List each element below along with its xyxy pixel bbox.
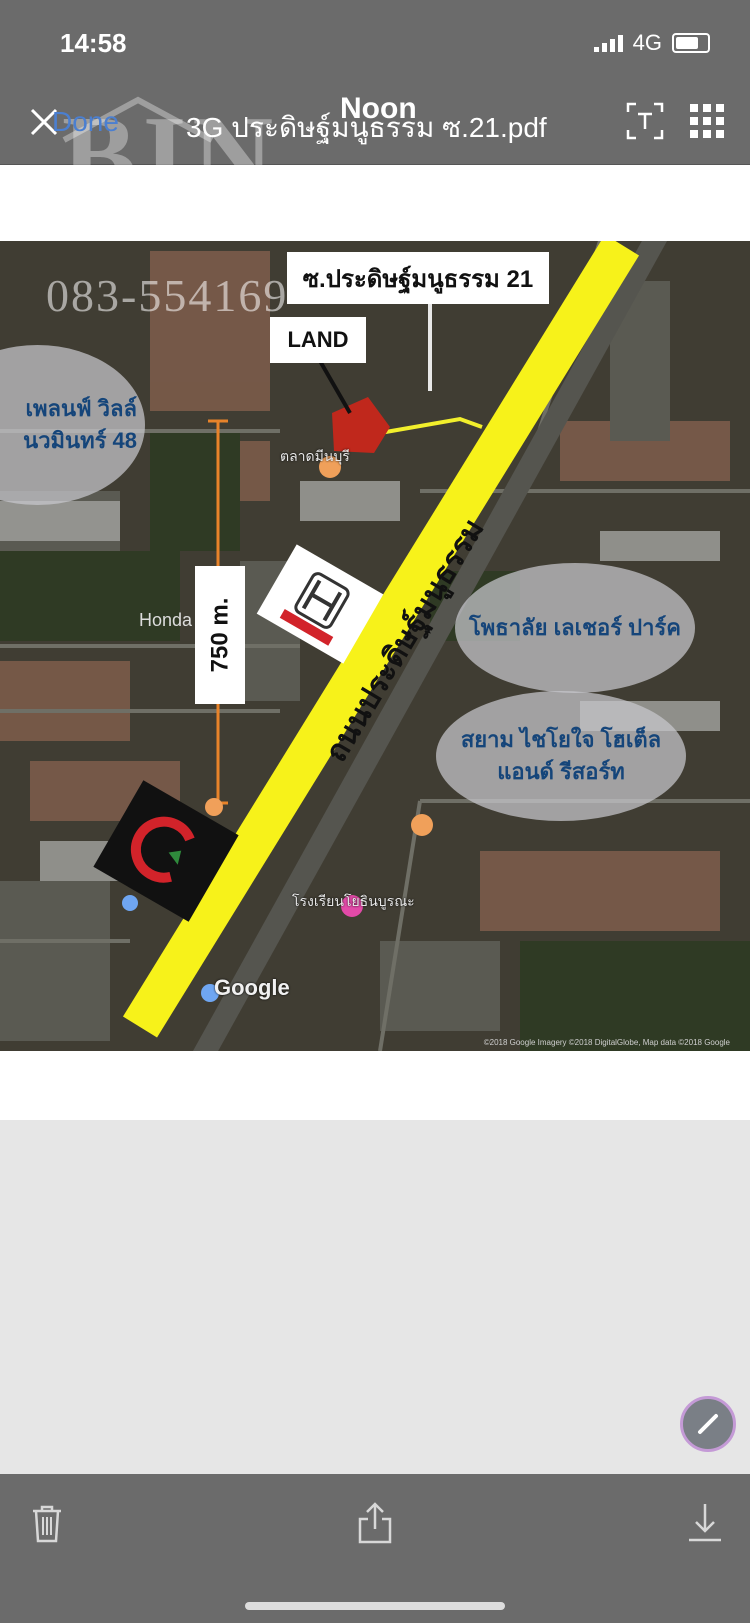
landmark-park-line1: โพธาลัย เลเชอร์ ปาร์ค (468, 615, 682, 641)
map-copyright: ©2018 Google Imagery ©2018 DigitalGlobe,… (483, 1038, 730, 1047)
phone-watermark: 083-554169 (46, 270, 289, 321)
landmark-hotel-line2: แอนด์ รีสอร์ท (497, 759, 625, 784)
share-button[interactable] (350, 1498, 400, 1548)
battery-icon (672, 33, 710, 53)
markup-text-button[interactable] (622, 98, 668, 144)
download-button[interactable] (680, 1498, 730, 1548)
grid-icon (690, 104, 724, 138)
status-time: 14:58 (60, 28, 127, 58)
thumbnail-grid-button[interactable] (684, 98, 730, 144)
landmark-hotel-bubble: สยาม ไชโยใจ โฮเต็ล แอนด์ รีสอร์ท (436, 691, 686, 821)
text-recognition-icon (626, 102, 664, 140)
distance-text: 750 m. (206, 597, 233, 673)
status-indicators: 4G (593, 30, 710, 56)
google-watermark: Google (214, 975, 290, 1000)
soi-label: ซ.ประดิษฐ์มนูธรรม 21 (287, 252, 549, 304)
home-indicator (245, 1602, 505, 1610)
landmark-hotel-line1: สยาม ไชโยใจ โฮเต็ล (460, 727, 662, 753)
landmark-village-line2: นวมินทร์ 48 (23, 428, 137, 453)
download-icon (689, 1504, 721, 1542)
trash-icon (33, 1505, 61, 1543)
markup-edit-button[interactable] (680, 1396, 736, 1452)
land-label: LAND (270, 317, 366, 363)
place-school-label: โรงเรียนโยธินบูรณะ (292, 893, 415, 909)
landmark-park-bubble: โพธาลัย เลเชอร์ ปาร์ค (455, 563, 695, 693)
landmark-village-line1: เพลนฟ์ วิลล์ (25, 396, 137, 422)
status-bar: 14:58 4G (0, 0, 750, 80)
watermark-noon: Noon (340, 92, 417, 125)
honda-place-label: Honda (139, 610, 193, 630)
done-button[interactable]: Done (52, 106, 119, 138)
delete-button[interactable] (22, 1498, 72, 1548)
place-market-label: ตลาดมีนบุรี (280, 448, 350, 464)
signal-icon (593, 34, 623, 52)
map-image: 083-554169 ซ.ประดิษฐ์มนูธรรม 21 LAND 750… (0, 241, 750, 1051)
network-type: 4G (632, 30, 662, 55)
share-icon (358, 1502, 392, 1544)
distance-label: 750 m. (195, 566, 245, 704)
bottom-toolbar (0, 1474, 750, 1623)
pen-icon (698, 1414, 718, 1434)
